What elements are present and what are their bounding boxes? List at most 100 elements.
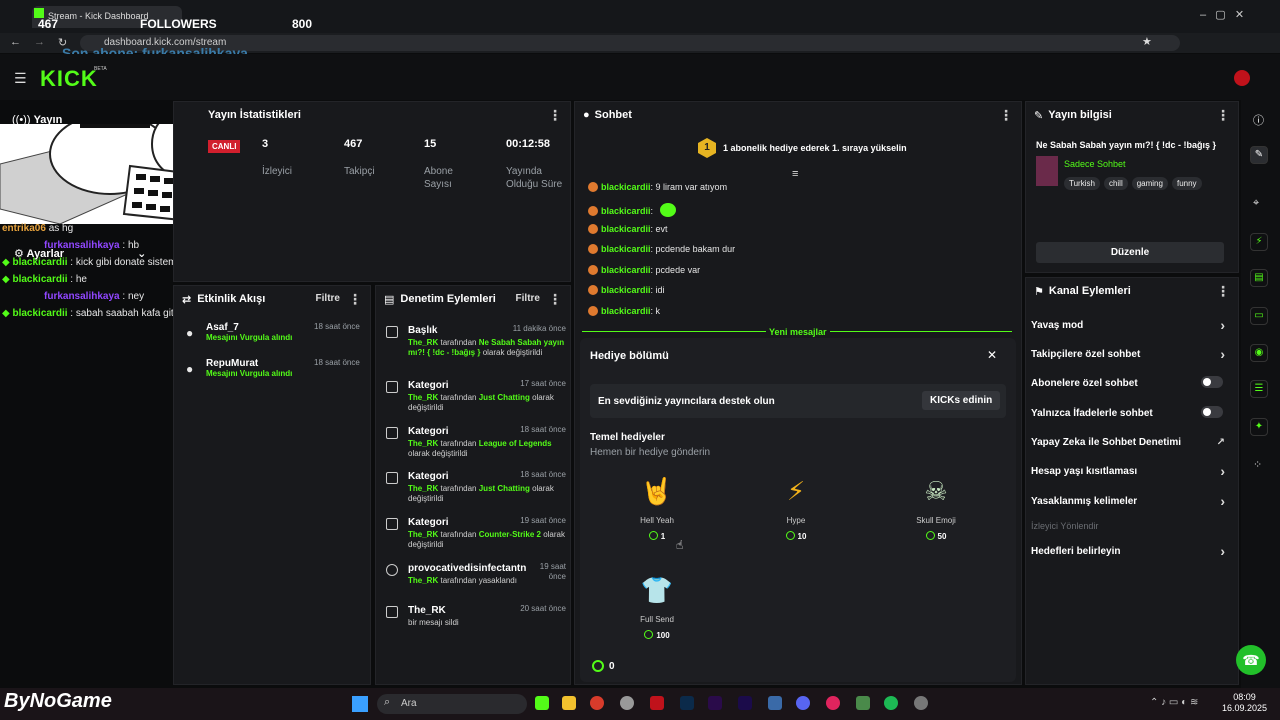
basic-gifts-title: Temel hediyeler <box>590 432 665 443</box>
scan-icon[interactable]: ⌖ <box>1253 197 1259 210</box>
taskbar-search-input[interactable]: Ara <box>377 694 527 714</box>
forward-icon[interactable]: → <box>34 36 45 48</box>
app-icon[interactable] <box>826 696 840 710</box>
avatar[interactable] <box>1234 70 1250 86</box>
help-icon[interactable]: ☎ <box>1236 645 1266 675</box>
action-account-age[interactable]: Hesap yaşı kısıtlaması › <box>1031 463 1227 479</box>
list-tool-icon[interactable]: ▤ <box>1250 269 1268 287</box>
menu-icon[interactable]: ☰ <box>14 70 27 87</box>
badge-icon <box>588 206 598 216</box>
pinned-message[interactable]: 1 abonelik hediye ederek 1. sıraya yükse… <box>723 143 907 153</box>
action-slow-mode[interactable]: Yavaş mod › <box>1031 317 1227 333</box>
info-icon[interactable]: ⓘ <box>1253 112 1264 128</box>
stat-uptime: 00:12:58 Yayında Olduğu Süre <box>506 138 563 190</box>
action-ai-moderation[interactable]: Yapay Zeka ile Sohbet Denetimi ↗ <box>1031 437 1227 448</box>
overlay-count-left: 467 <box>38 17 59 31</box>
moderation-item: Kategori The_RK tarafından Just Chatting … <box>382 379 566 413</box>
windows-start-icon[interactable] <box>352 696 368 712</box>
tab-title: Stream - Kick Dashboard <box>48 11 149 21</box>
category-icon <box>386 381 398 393</box>
left-chat-user: furkansalihkaya <box>44 291 120 302</box>
spotify-icon[interactable] <box>884 696 898 710</box>
action-emote-only[interactable]: Yalnızca İfadelerle sohbet <box>1031 406 1227 419</box>
folder-icon[interactable] <box>562 696 576 710</box>
close-icon[interactable]: ✕ <box>987 348 997 362</box>
action-subscribers-only[interactable]: Abonelere özel sohbet <box>1031 376 1227 389</box>
gift-hype[interactable]: ⚡ Hype 10 <box>751 472 841 542</box>
badge-icon <box>588 182 598 192</box>
wrench-tool-icon[interactable]: ✦ <box>1250 418 1268 436</box>
taskbar-app-icon[interactable] <box>535 696 549 710</box>
actions-title: Kanal Eylemleri <box>1048 285 1131 297</box>
broadcast-tool-icon[interactable]: ◉ <box>1250 344 1268 362</box>
highlight-icon: ● <box>186 362 194 376</box>
pencil-icon: ✎ <box>1034 109 1044 122</box>
title-change-icon <box>386 326 398 338</box>
moderation-filter-button[interactable]: Filtre <box>516 293 540 304</box>
left-chat-line: ◆ blackicardii : sabah saabah kafa gitti <box>2 308 179 319</box>
gift-hell-yeah[interactable]: 🤘 Hell Yeah 1 <box>612 472 702 542</box>
activity-time: 18 saat önce <box>314 322 360 331</box>
more-icon[interactable]: ⋮ <box>548 107 562 124</box>
badge-icon <box>588 244 598 254</box>
category-icon <box>386 472 398 484</box>
category-name[interactable]: Sadece Sohbet <box>1064 159 1126 169</box>
chrome-icon[interactable] <box>590 696 604 710</box>
kicks-balance: 0 <box>609 661 615 672</box>
lightning-icon: ⚡ <box>786 475 806 506</box>
stats-title: Yayın İstatistikleri <box>208 109 301 121</box>
bynogame-logo: ByNoGame <box>4 690 112 712</box>
discord-icon[interactable] <box>796 696 810 710</box>
bolt-tool-icon[interactable]: ⚡ <box>1250 233 1268 251</box>
app-icon[interactable] <box>768 696 782 710</box>
activity-desc: Mesajını Vurgula alındı <box>206 333 293 342</box>
collapse-icon[interactable]: ≡ <box>792 168 798 180</box>
chevron-right-icon: › <box>1220 346 1225 362</box>
badge-icon <box>588 306 598 316</box>
chat-message: blackicardii: pcdende bakam dur <box>588 244 735 254</box>
activity-time: 18 saat önce <box>314 358 360 367</box>
action-set-goals[interactable]: Hedefleri belirleyin › <box>1031 543 1227 559</box>
chevron-right-icon: › <box>1220 463 1225 479</box>
more-icon[interactable]: ⋮ <box>999 107 1013 124</box>
moderation-item: provocativedisinfectantn The_RK tarafında… <box>382 562 566 586</box>
premiere-icon[interactable] <box>708 696 722 710</box>
after-effects-icon[interactable] <box>738 696 752 710</box>
more-icon[interactable]: ⋮ <box>348 291 362 308</box>
action-followers-only[interactable]: Takipçilere özel sohbet › <box>1031 346 1227 362</box>
netflix-icon[interactable] <box>650 696 664 710</box>
obs-icon[interactable] <box>620 696 634 710</box>
action-banned-words[interactable]: Yasaklanmış kelimeler › <box>1031 493 1227 509</box>
tag: Turkish <box>1064 177 1100 190</box>
left-chat-text: : he <box>70 274 87 285</box>
chat-tool-icon[interactable]: ▭ <box>1250 307 1268 325</box>
app-icon[interactable] <box>914 696 928 710</box>
more-icon[interactable]: ⋮ <box>1216 283 1230 300</box>
emote-icon <box>659 203 676 217</box>
get-kicks-button[interactable]: KICKs edinin <box>922 391 1001 410</box>
layout-tool-icon[interactable]: ☰ <box>1250 380 1268 398</box>
dots-tool-icon[interactable]: ⁘ <box>1253 458 1262 471</box>
kick-logo[interactable]: KICK <box>40 66 98 92</box>
gift-skull-emoji[interactable]: ☠ Skull Emoji 50 <box>891 472 981 542</box>
edit-tool-icon[interactable]: ✎ <box>1250 146 1268 164</box>
edit-button[interactable]: Düzenle <box>1036 242 1224 263</box>
more-icon[interactable]: ⋮ <box>548 291 562 308</box>
tag: funny <box>1171 177 1202 190</box>
activity-title: Etkinlik Akışı <box>197 293 266 305</box>
new-messages-label[interactable]: Yeni mesajlar <box>766 327 830 337</box>
back-icon[interactable]: ← <box>10 36 21 48</box>
app-icon[interactable] <box>856 696 870 710</box>
system-tray-icons[interactable]: ⌃ ♪ ▭ ◐ ≋ <box>1150 697 1198 708</box>
gift-full-send[interactable]: 👕 Full Send 100 <box>612 571 702 641</box>
activity-user: Asaf_7 <box>206 322 239 333</box>
photoshop-icon[interactable] <box>680 696 694 710</box>
flag-icon: ⚑ <box>1034 285 1044 298</box>
activity-filter-button[interactable]: Filtre <box>316 293 340 304</box>
window-controls[interactable]: – ▢ ✕ <box>1200 8 1244 21</box>
clock[interactable]: 08:09 16.09.2025 <box>1222 692 1267 714</box>
bookmark-star-icon[interactable]: ★ <box>1142 35 1152 48</box>
chat-icon: ● <box>583 109 590 121</box>
more-icon[interactable]: ⋮ <box>1216 107 1230 124</box>
chat-message: blackicardii: k <box>588 306 660 316</box>
